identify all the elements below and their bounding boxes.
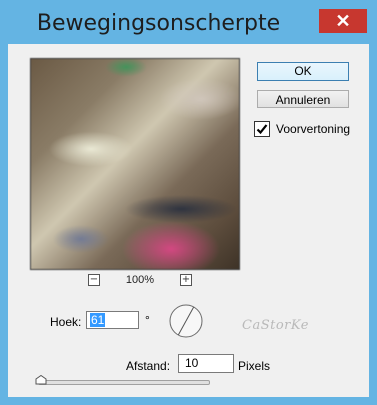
slider-thumb-icon[interactable] <box>35 375 47 385</box>
close-icon: ✕ <box>335 11 351 31</box>
preview-checkbox-label: Voorvertoning <box>276 122 351 136</box>
preview-image[interactable] <box>30 58 240 270</box>
angle-unit: ° <box>145 313 150 327</box>
zoom-in-button[interactable]: + <box>180 274 192 286</box>
angle-label: Hoek: <box>50 315 82 329</box>
distance-label: Afstand: <box>126 359 171 373</box>
zoom-controls: − 100% + <box>30 272 238 290</box>
dialog-title: Bewegingsonscherpte <box>36 11 281 36</box>
angle-dial-icon[interactable] <box>168 303 204 339</box>
watermark-text: CaStorKe <box>242 318 309 333</box>
preview-checkbox[interactable] <box>254 121 270 137</box>
distance-input[interactable]: 10 <box>178 354 234 373</box>
cancel-button[interactable]: Annuleren <box>257 90 349 108</box>
close-button[interactable]: ✕ <box>319 9 367 33</box>
distance-unit: Pixels <box>238 359 271 373</box>
distance-slider-track[interactable] <box>38 380 210 385</box>
angle-value: 61 <box>90 313 106 327</box>
zoom-level: 100% <box>125 274 155 286</box>
zoom-out-button[interactable]: − <box>88 274 100 286</box>
angle-input[interactable]: 61 <box>86 311 139 329</box>
title-bar[interactable]: Bewegingsonscherpte ✕ <box>0 0 377 44</box>
motion-blur-dialog: Bewegingsonscherpte ✕ − 100% + OK Annule… <box>0 0 377 405</box>
ok-button[interactable]: OK <box>257 62 349 81</box>
zoom-out-icon: − <box>89 274 99 285</box>
zoom-in-icon: + <box>181 274 191 285</box>
checkmark-icon <box>256 124 268 135</box>
dialog-body: − 100% + OK Annuleren Voorvertoning Hoek… <box>8 44 369 397</box>
